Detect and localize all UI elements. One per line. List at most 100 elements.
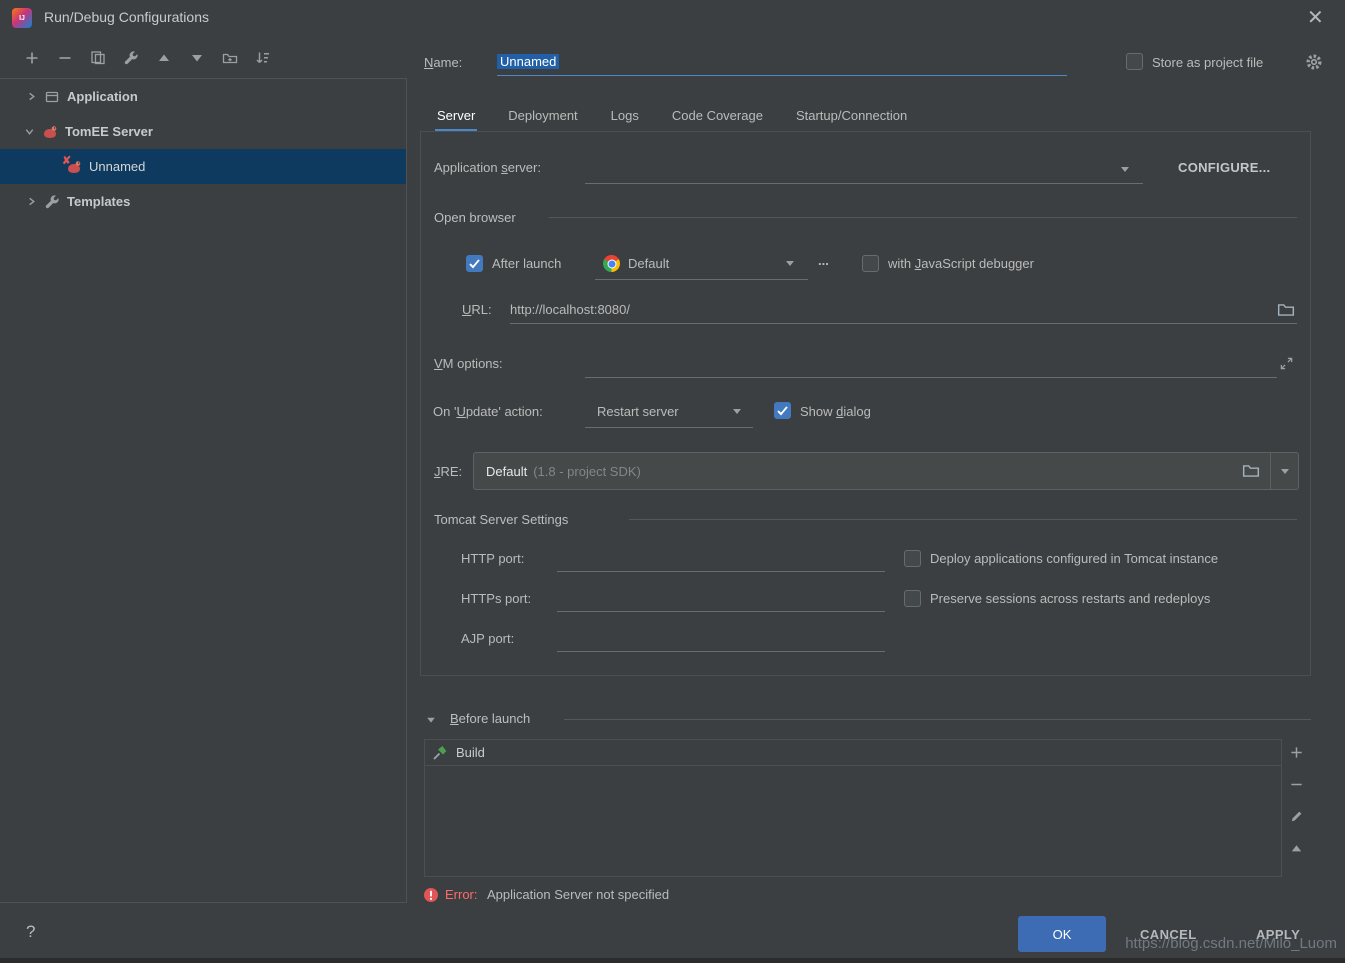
tree-item-label: TomEE Server — [65, 124, 153, 139]
https-port-label: HTTPs port: — [461, 591, 531, 606]
after-launch-checkbox[interactable] — [466, 255, 483, 272]
update-action-value: Restart server — [597, 404, 679, 419]
name-input[interactable]: Unnamed — [497, 50, 1067, 76]
deploy-applications-checkbox[interactable] — [904, 550, 921, 567]
tree-item-label: Unnamed — [89, 159, 145, 174]
https-port-input[interactable] — [557, 586, 885, 612]
gear-icon[interactable] — [1305, 53, 1323, 71]
move-up-icon[interactable] — [1289, 841, 1304, 856]
tab-startup-connection[interactable]: Startup/Connection — [794, 98, 909, 132]
application-icon — [44, 89, 60, 105]
js-debugger-checkbox[interactable] — [862, 255, 879, 272]
move-up-icon[interactable] — [156, 50, 172, 66]
tree-item-templates[interactable]: Templates — [0, 184, 406, 219]
vm-options-input[interactable] — [585, 352, 1277, 378]
chevron-right-icon[interactable] — [26, 196, 37, 207]
move-down-icon[interactable] — [189, 50, 205, 66]
application-server-select[interactable] — [585, 156, 1143, 184]
http-port-label: HTTP port: — [461, 551, 524, 566]
error-icon — [423, 887, 439, 903]
add-icon[interactable] — [1289, 745, 1304, 760]
dropdown-arrow-icon — [786, 261, 794, 266]
tab-deployment[interactable]: Deployment — [506, 98, 579, 132]
browse-browsers-button[interactable]: ... — [818, 253, 829, 268]
chevron-down-icon[interactable] — [24, 126, 35, 137]
show-dialog-label: Show dialog — [800, 404, 871, 419]
close-icon[interactable]: ✕ — [1307, 8, 1324, 28]
jre-hint: (1.8 - project SDK) — [533, 464, 641, 479]
wrench-icon — [44, 194, 60, 210]
before-launch-list: Build — [424, 739, 1282, 877]
tab-logs[interactable]: Logs — [609, 98, 641, 132]
tab-code-coverage[interactable]: Code Coverage — [670, 98, 765, 132]
before-launch-item-label: Build — [456, 745, 485, 760]
ajp-port-label: AJP port: — [461, 631, 514, 646]
remove-icon[interactable] — [57, 50, 73, 66]
chrome-icon — [603, 255, 620, 272]
expand-icon[interactable] — [1279, 356, 1294, 371]
application-server-label: Application server: — [434, 160, 541, 175]
folder-icon[interactable] — [1242, 462, 1260, 480]
update-action-select[interactable]: Restart server — [585, 396, 753, 428]
url-input[interactable]: http://localhost:8080/ — [510, 298, 1297, 324]
deploy-applications-label: Deploy applications configured in Tomcat… — [930, 551, 1218, 566]
ok-button[interactable]: OK — [1018, 916, 1106, 952]
sort-icon[interactable] — [255, 50, 271, 66]
invalid-config-badge: ✘ — [62, 154, 71, 167]
jre-dropdown-button[interactable] — [1270, 453, 1298, 489]
copy-icon[interactable] — [90, 50, 106, 66]
folder-icon[interactable] — [1277, 301, 1295, 319]
before-launch-title: Before launch — [450, 711, 530, 726]
run-debug-configurations-dialog: IJ Run/Debug Configurations ✕ Applicatio… — [0, 0, 1345, 963]
js-debugger-label: with JavaScript debugger — [888, 256, 1034, 271]
jre-select[interactable]: Default (1.8 - project SDK) — [473, 452, 1299, 490]
ajp-port-input[interactable] — [557, 626, 885, 652]
vm-options-label: VM options: — [434, 356, 503, 371]
config-tabs: Server Deployment Logs Code Coverage Sta… — [435, 98, 909, 132]
tab-server[interactable]: Server — [435, 98, 477, 132]
tree-item-label: Templates — [67, 194, 130, 209]
after-launch-label: After launch — [492, 256, 561, 271]
remove-icon[interactable] — [1289, 777, 1304, 792]
before-launch-toolbar — [1289, 745, 1304, 856]
edit-icon[interactable] — [123, 50, 139, 66]
new-folder-icon[interactable] — [222, 50, 238, 66]
configure-button[interactable]: CONFIGURE... — [1178, 160, 1270, 175]
tree-item-unnamed[interactable]: ✘ Unnamed — [0, 149, 406, 184]
cancel-button[interactable]: CANCEL — [1140, 927, 1197, 942]
section-divider — [549, 217, 1297, 218]
configurations-tree: Application TomEE Server ✘ Unnamed Templ… — [0, 78, 407, 903]
error-message: Application Server not specified — [487, 887, 669, 902]
chevron-right-icon[interactable] — [26, 91, 37, 102]
tree-item-application[interactable]: Application — [0, 79, 406, 114]
url-label: URL: — [462, 302, 492, 317]
edit-icon[interactable] — [1289, 809, 1304, 824]
section-divider — [629, 519, 1297, 520]
preserve-sessions-checkbox[interactable] — [904, 590, 921, 607]
tomcat-settings-section-title: Tomcat Server Settings — [434, 512, 568, 527]
collapse-arrow-icon[interactable] — [425, 714, 437, 726]
intellij-logo-icon: IJ — [12, 8, 32, 28]
store-as-project-file-checkbox[interactable] — [1126, 53, 1143, 70]
show-dialog-checkbox[interactable] — [774, 402, 791, 419]
store-as-project-file-label: Store as project file — [1152, 55, 1263, 70]
dialog-title: Run/Debug Configurations — [44, 9, 209, 25]
dropdown-arrow-icon — [1281, 469, 1289, 474]
name-label: Name: — [424, 55, 462, 70]
tree-item-tomee-server[interactable]: TomEE Server — [0, 114, 406, 149]
http-port-input[interactable] — [557, 546, 885, 572]
preserve-sessions-label: Preserve sessions across restarts and re… — [930, 591, 1210, 606]
bottom-strip — [0, 958, 1345, 963]
add-icon[interactable] — [24, 50, 40, 66]
before-launch-item-build[interactable]: Build — [425, 740, 1281, 766]
browser-select[interactable]: Default — [595, 248, 808, 280]
tree-toolbar — [24, 50, 271, 66]
dropdown-arrow-icon — [733, 409, 741, 414]
apply-button[interactable]: APPLY — [1256, 927, 1300, 942]
jre-value: Default — [486, 464, 527, 479]
dropdown-arrow-icon — [1121, 167, 1129, 172]
help-button[interactable]: ? — [26, 922, 35, 942]
name-input-value: Unnamed — [497, 54, 559, 69]
tomee-icon — [42, 124, 58, 140]
section-divider — [564, 719, 1311, 720]
